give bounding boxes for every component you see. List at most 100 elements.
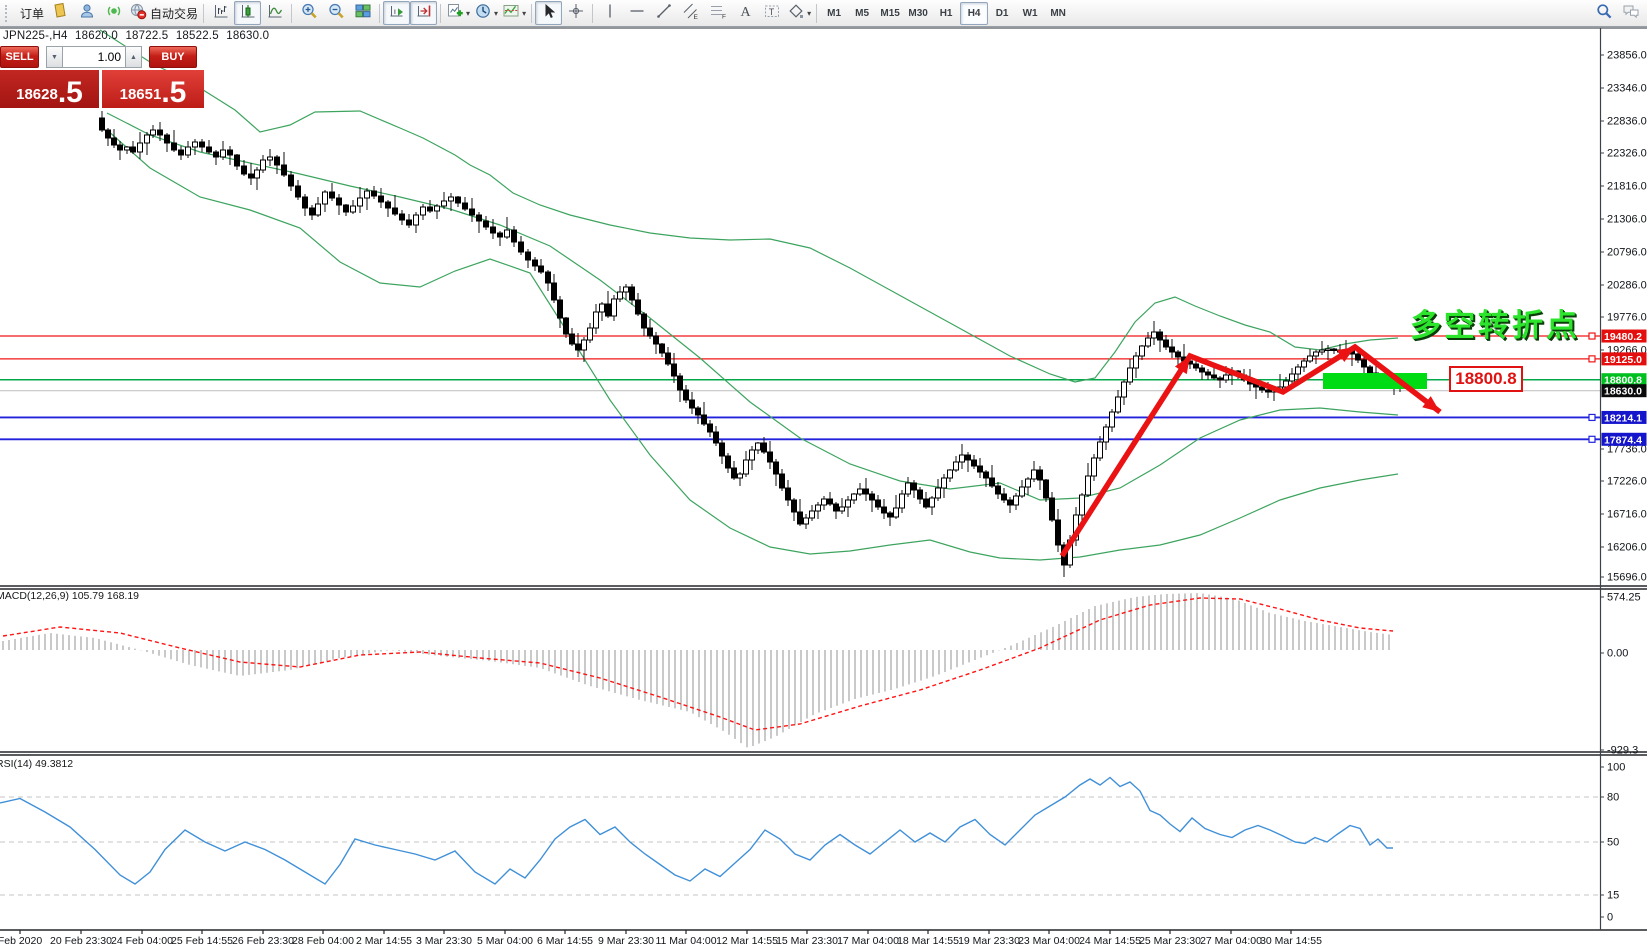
- cursor-button[interactable]: [535, 1, 563, 25]
- horizontal-line-button[interactable]: [623, 1, 650, 25]
- line-chart-button[interactable]: [261, 1, 288, 25]
- candlestick: [815, 504, 821, 512]
- zoom-in-button[interactable]: [295, 1, 322, 25]
- candlestick: [749, 449, 755, 461]
- candlestick: [731, 467, 737, 479]
- candlestick: [1025, 478, 1031, 488]
- shapes-icon: [787, 2, 805, 25]
- timeframe-h4-button[interactable]: H4: [960, 1, 989, 25]
- ask-price-button[interactable]: 18651 .5: [102, 70, 204, 108]
- indicators-button[interactable]: ▾: [500, 1, 528, 25]
- timeframe-w1-button[interactable]: W1: [1016, 2, 1044, 25]
- candlestick: [713, 431, 719, 444]
- toolbar-separator: [592, 3, 594, 23]
- price-axis-label: 15696.0: [1607, 572, 1647, 584]
- level-drag-handle[interactable]: [1588, 332, 1596, 340]
- tile-windows-button[interactable]: [349, 1, 376, 25]
- one-click-trading-panel: SELL ▼ ▲ BUY 18628 .5 18651 .5: [0, 46, 204, 108]
- candlestick: [605, 303, 611, 317]
- signal-icon: [105, 2, 123, 25]
- signal-button[interactable]: [100, 1, 127, 25]
- volume-input[interactable]: [63, 46, 125, 68]
- timeframe-mn-button[interactable]: MN: [1044, 2, 1072, 25]
- bid-price-button[interactable]: 18628 .5: [0, 70, 99, 108]
- candlestick-button[interactable]: [234, 1, 262, 25]
- date-axis-label: 25 Feb 14:55: [171, 935, 233, 947]
- candlestick: [1007, 499, 1013, 506]
- date-axis-label: 20 Feb 23:30: [50, 935, 112, 947]
- candlestick: [767, 451, 773, 463]
- candlestick: [743, 459, 749, 475]
- candlestick: [511, 229, 517, 243]
- search-button[interactable]: [1590, 1, 1617, 25]
- candlestick: [785, 487, 791, 501]
- candlestick: [641, 313, 647, 329]
- timeframe-m1-button[interactable]: M1: [820, 2, 848, 25]
- bar-chart-button[interactable]: [207, 1, 234, 25]
- date-axis-label: 28 Feb 04:00: [292, 935, 354, 947]
- candlestick: [1097, 441, 1103, 459]
- price-axis-label: 16206.0: [1607, 542, 1647, 554]
- timeframe-m30-button[interactable]: M30: [904, 2, 932, 25]
- candlestick: [124, 146, 130, 151]
- order-button[interactable]: 订单: [15, 1, 46, 25]
- new-order-button[interactable]: [46, 1, 73, 25]
- timeframe-d1-button[interactable]: D1: [988, 2, 1016, 25]
- date-axis-label: 24 Feb 04:00: [111, 935, 173, 947]
- accounts-icon: [78, 2, 96, 25]
- crosshair-button[interactable]: [562, 1, 589, 25]
- indicators-icon: [502, 2, 520, 25]
- auto-scroll-button[interactable]: [383, 1, 411, 25]
- candlestick: [935, 487, 941, 499]
- candlestick: [497, 232, 503, 238]
- new-chart-button[interactable]: ▾: [444, 1, 472, 25]
- candlestick: [761, 442, 767, 453]
- price-axis-label: 23856.0: [1607, 50, 1647, 62]
- price-badge-label: 19125.0: [1604, 354, 1642, 366]
- timeframe-h1-button[interactable]: H1: [932, 2, 960, 25]
- timeframe-m15-button[interactable]: M15: [876, 2, 904, 25]
- candlestick: [144, 134, 150, 144]
- trendline-button[interactable]: [650, 1, 677, 25]
- candlestick: [99, 117, 105, 131]
- chart-canvas[interactable]: 23856.0 23346.0 22836.0 22326.0 21816.0 21306…: [0, 0, 1647, 947]
- candlestick: [923, 498, 929, 508]
- level-drag-handle[interactable]: [1588, 413, 1596, 422]
- fibonacci-button[interactable]: F: [704, 1, 731, 25]
- channel-button[interactable]: E: [677, 1, 704, 25]
- candlestick: [420, 206, 426, 216]
- text-label-button[interactable]: T: [758, 1, 785, 25]
- level-drag-handle[interactable]: [1588, 355, 1596, 363]
- shapes-button[interactable]: ▾: [785, 1, 813, 25]
- accounts-button[interactable]: [73, 1, 100, 25]
- periods-button[interactable]: ▾: [472, 1, 500, 25]
- level-drag-handle[interactable]: [1588, 435, 1596, 443]
- macd-axis-label: 574.25: [1607, 592, 1641, 604]
- price-callout-box[interactable]: 18800.8: [1449, 366, 1523, 392]
- candlestick: [1307, 355, 1313, 362]
- vertical-line-button[interactable]: [596, 1, 623, 25]
- ask-frac: .5: [161, 75, 187, 109]
- candlestick: [1289, 373, 1295, 382]
- zoom-out-button[interactable]: [322, 1, 349, 25]
- volume-decrease-button[interactable]: ▼: [46, 46, 63, 68]
- candlestick: [611, 298, 617, 317]
- timeframe-m5-button[interactable]: M5: [848, 2, 876, 25]
- price-axis-label: 21306.0: [1607, 214, 1647, 226]
- candlestick: [260, 159, 266, 171]
- sell-button[interactable]: SELL: [0, 46, 39, 68]
- new-chart-icon: [446, 2, 464, 25]
- chat-button[interactable]: [1617, 1, 1644, 25]
- text-button[interactable]: A: [731, 1, 758, 25]
- highlight-zone[interactable]: [1323, 373, 1427, 389]
- chart-shift-button[interactable]: [410, 1, 438, 25]
- turning-point-annotation[interactable]: 多空转折点: [1410, 300, 1580, 345]
- candlestick: [117, 144, 123, 151]
- channel-icon: E: [682, 2, 700, 25]
- volume-increase-button[interactable]: ▲: [125, 46, 142, 68]
- autotrade-button[interactable]: 自动交易: [127, 1, 200, 25]
- candlestick: [1091, 457, 1097, 477]
- candlestick: [427, 206, 433, 212]
- buy-button[interactable]: BUY: [149, 46, 197, 68]
- candlestick: [111, 137, 117, 146]
